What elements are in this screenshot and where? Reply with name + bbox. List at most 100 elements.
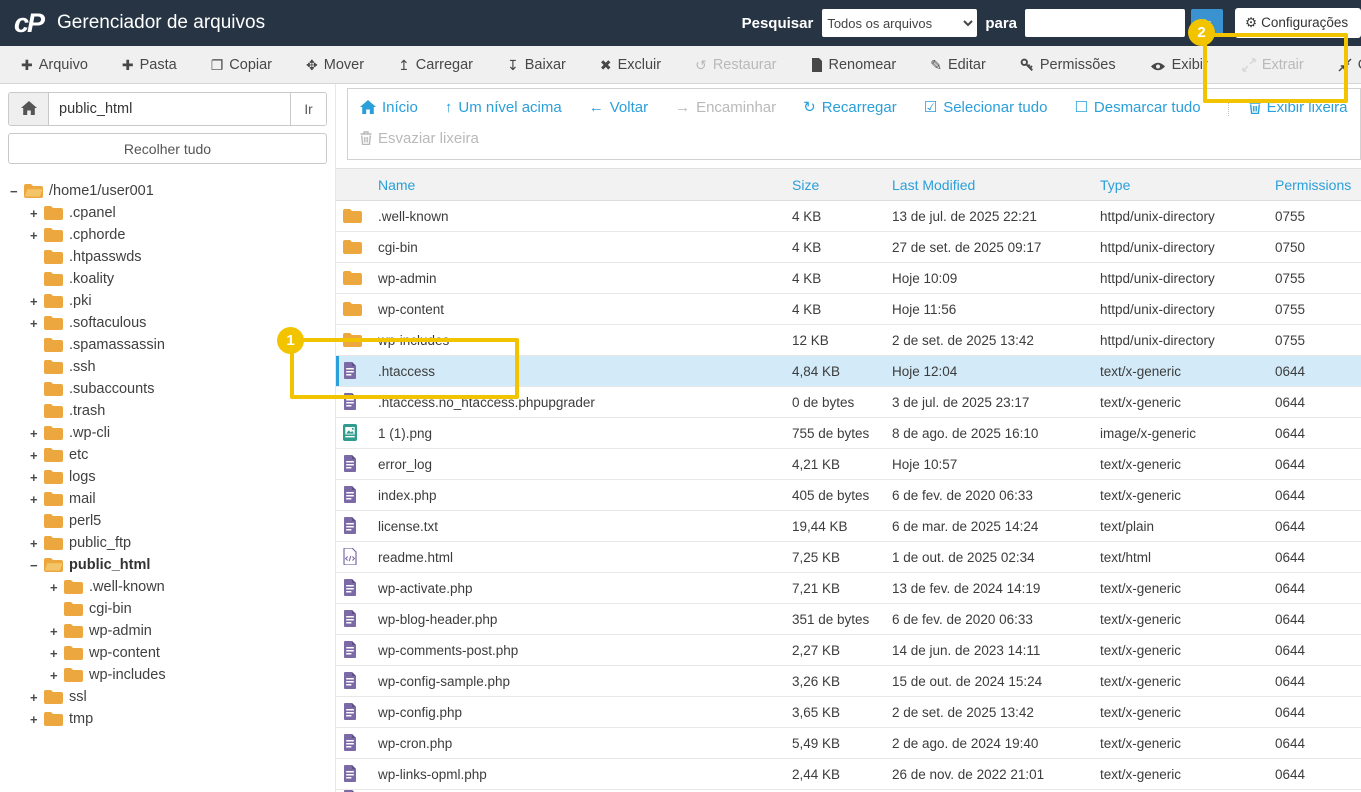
path-home-button[interactable] (9, 93, 49, 125)
table-row-wp-blog-header-php[interactable]: wp-blog-header.php 351 de bytes 6 de fev. … (336, 604, 1361, 635)
expand-icon[interactable]: + (50, 646, 64, 661)
toolbar-button-extrair[interactable]: Extrair (1225, 46, 1321, 83)
column-header-size[interactable]: Size (792, 177, 892, 193)
tree-item--pki[interactable]: + .pki (8, 290, 327, 312)
table-row--well-known[interactable]: .well-known 4 KB 13 de jul. de 2025 22:21 h… (336, 201, 1361, 232)
column-header-name[interactable]: Name (378, 177, 792, 193)
expand-icon[interactable]: + (30, 228, 44, 243)
collapse-all-button[interactable]: Recolher tudo (8, 133, 327, 164)
table-row-cgi-bin[interactable]: cgi-bin 4 KB 27 de set. de 2025 09:17 httpd… (336, 232, 1361, 263)
toolbar-button-restaurar[interactable]: ↺ Restaurar (678, 46, 793, 83)
toolbar-button-baixar[interactable]: ↧ Baixar (490, 46, 583, 83)
expand-icon[interactable]: + (30, 294, 44, 309)
tree-item-wp-includes[interactable]: + wp-includes (8, 664, 327, 686)
tree-item-perl5[interactable]: perl5 (8, 510, 327, 532)
tree-item-wp-content[interactable]: + wp-content (8, 642, 327, 664)
path-go-button[interactable]: Ir (290, 93, 326, 125)
folder-icon (44, 513, 63, 530)
search-scope-select[interactable]: Todos os arquivos (822, 9, 978, 37)
table-row-readme-html[interactable]: readme.html 7,25 KB 1 de out. de 2025 02:3… (336, 542, 1361, 573)
path-input[interactable] (49, 93, 290, 125)
toolbar-button-carregar[interactable]: ↥ Carregar (381, 46, 490, 83)
toolbar-button-excluir[interactable]: ✖ Excluir (583, 46, 678, 83)
column-header-modified[interactable]: Last Modified (892, 177, 1100, 193)
table-row-wp-content[interactable]: wp-content 4 KB Hoje 11:56 httpd/unix-direc… (336, 294, 1361, 325)
toolbar-button-editar[interactable]: ✎ Editar (913, 46, 1003, 83)
toolbar-button-pasta[interactable]: ✚ Pasta (105, 46, 194, 83)
tree-item-wp-admin[interactable]: + wp-admin (8, 620, 327, 642)
cell-name: wp-content (378, 301, 445, 317)
collapse-icon[interactable]: − (30, 558, 44, 573)
nav-link-recarregar[interactable]: ↻ Recarregar (803, 99, 897, 116)
table-row-license-txt[interactable]: license.txt 19,44 KB 6 de mar. de 2025 14:… (336, 511, 1361, 542)
nav-link-in-cio[interactable]: Início (360, 99, 418, 116)
table-row--htaccess[interactable]: .htaccess 4,84 KB Hoje 12:04 text/x-generic… (336, 356, 1361, 387)
toolbar-button-permiss-es[interactable]: Permissões (1003, 46, 1133, 83)
tree-item--cphorde[interactable]: + .cphorde (8, 224, 327, 246)
expand-icon[interactable]: + (30, 316, 44, 331)
table-row-wp-includes[interactable]: wp-includes 12 KB 2 de set. de 2025 13:42 h… (336, 325, 1361, 356)
tree-item--wp-cli[interactable]: + .wp-cli (8, 422, 327, 444)
nav-link-voltar[interactable]: ← Voltar (589, 99, 648, 116)
expand-icon[interactable]: + (30, 536, 44, 551)
table-row-1-1-png[interactable]: 1 (1).png 755 de bytes 8 de ago. de 2025 1… (336, 418, 1361, 449)
table-row-wp-comments-post-php[interactable]: wp-comments-post.php 2,27 KB 14 de jun. de… (336, 635, 1361, 666)
table-row-wp-links-opml-php[interactable]: wp-links-opml.php 2,44 KB 26 de nov. de 20… (336, 759, 1361, 790)
table-row-index-php[interactable]: index.php 405 de bytes 6 de fev. de 2020 0… (336, 480, 1361, 511)
toolbar-button-copiar[interactable]: ❐ Copiar (194, 46, 289, 83)
tree-item-tmp[interactable]: + tmp (8, 708, 327, 730)
collapse-icon[interactable]: − (10, 184, 24, 199)
expand-icon[interactable]: + (30, 712, 44, 727)
toolbar-button-renomear[interactable]: Renomear (794, 46, 914, 83)
nav-link-desmarcar-tudo[interactable]: ☐ Desmarcar tudo (1074, 99, 1200, 116)
tree-item-etc[interactable]: + etc (8, 444, 327, 466)
expand-icon[interactable]: + (50, 668, 64, 683)
nav-link-um-n-vel-acima[interactable]: ↑ Um nível acima (445, 99, 562, 116)
expand-icon[interactable]: + (30, 426, 44, 441)
tree-item--subaccounts[interactable]: .subaccounts (8, 378, 327, 400)
table-row-wp-config-sample-php[interactable]: wp-config-sample.php 3,26 KB 15 de out. de… (336, 666, 1361, 697)
table-row-wp-admin[interactable]: wp-admin 4 KB Hoje 10:09 httpd/unix-directo… (336, 263, 1361, 294)
toolbar-button-arquivo[interactable]: ✚ Arquivo (4, 46, 105, 83)
search-go-button[interactable]: Ir (1191, 9, 1223, 37)
table-row-wp-cron-php[interactable]: wp-cron.php 5,49 KB 2 de ago. de 2024 19:4… (336, 728, 1361, 759)
tree-item--softaculous[interactable]: + .softaculous (8, 312, 327, 334)
tree-item--ssh[interactable]: .ssh (8, 356, 327, 378)
nav-link-selecionar-tudo[interactable]: ☑ Selecionar tudo (924, 99, 1048, 116)
table-row--htaccess-no-htaccess-phpupgrader[interactable]: .htaccess.no_htaccess.phpupgrader 0 de by… (336, 387, 1361, 418)
tree-item--trash[interactable]: .trash (8, 400, 327, 422)
tree-item-label: /home1/user001 (49, 183, 154, 199)
tree-item--spamassassin[interactable]: .spamassassin (8, 334, 327, 356)
toolbar-button-mover[interactable]: ✥ Mover (289, 46, 381, 83)
tree-item-public-html[interactable]: − public_html (8, 554, 327, 576)
table-row-error-log[interactable]: error_log 4,21 KB Hoje 10:57 text/x-generic… (336, 449, 1361, 480)
table-row-wp-config-php[interactable]: wp-config.php 3,65 KB 2 de set. de 2025 13… (336, 697, 1361, 728)
toolbar-button-exibir[interactable]: Exibir (1133, 46, 1225, 83)
empty-trash-button[interactable]: Esvaziar lixeira (360, 130, 479, 147)
tree-item-ssl[interactable]: + ssl (8, 686, 327, 708)
settings-button[interactable]: ⚙ Configurações (1235, 8, 1361, 38)
nav-link-encaminhar[interactable]: → Encaminhar (675, 99, 776, 116)
tree-item-logs[interactable]: + logs (8, 466, 327, 488)
toolbar-button-compactar[interactable]: Compactar (1321, 46, 1361, 83)
expand-icon[interactable]: + (30, 492, 44, 507)
tree-item--cpanel[interactable]: + .cpanel (8, 202, 327, 224)
expand-icon[interactable]: + (30, 448, 44, 463)
table-row-wp-activate-php[interactable]: wp-activate.php 7,21 KB 13 de fev. de 2024… (336, 573, 1361, 604)
column-header-permissions[interactable]: Permissions (1275, 177, 1361, 193)
nav-link-exibir-lixeira[interactable]: Exibir lixeira (1227, 99, 1347, 116)
expand-icon[interactable]: + (30, 690, 44, 705)
tree-item-mail[interactable]: + mail (8, 488, 327, 510)
tree-item--home1-user001[interactable]: − /home1/user001 (8, 180, 327, 202)
search-input[interactable] (1025, 9, 1185, 37)
expand-icon[interactable]: + (30, 470, 44, 485)
column-header-type[interactable]: Type (1100, 177, 1275, 193)
tree-item-cgi-bin[interactable]: cgi-bin (8, 598, 327, 620)
tree-item--koality[interactable]: .koality (8, 268, 327, 290)
tree-item--htpasswds[interactable]: .htpasswds (8, 246, 327, 268)
expand-icon[interactable]: + (50, 624, 64, 639)
expand-icon[interactable]: + (30, 206, 44, 221)
expand-icon[interactable]: + (50, 580, 64, 595)
tree-item-public-ftp[interactable]: + public_ftp (8, 532, 327, 554)
tree-item--well-known[interactable]: + .well-known (8, 576, 327, 598)
